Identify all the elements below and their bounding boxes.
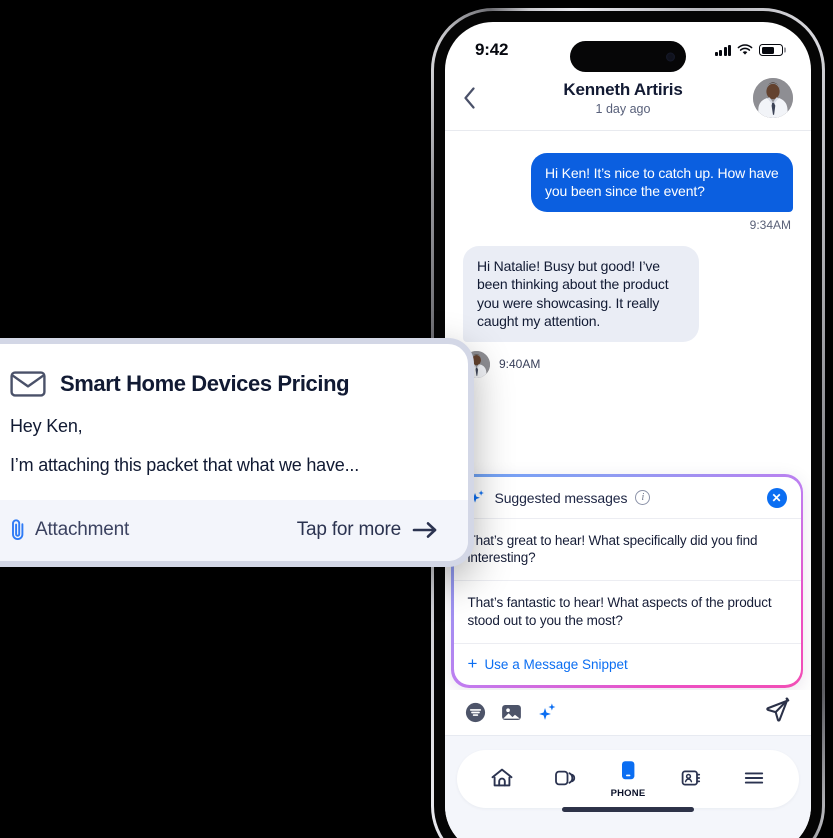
email-preview-text: I’m attaching this packet that what we h… [10, 455, 359, 475]
status-time: 9:42 [475, 40, 509, 59]
bottom-navigation-area: PHONE [445, 736, 811, 838]
tap-for-more-label: Tap for more [296, 519, 401, 540]
incoming-message-meta: 9:40AM [463, 346, 793, 378]
nav-item-home[interactable] [474, 765, 530, 794]
use-message-snippet-button[interactable]: + Use a Message Snippet [454, 644, 801, 685]
plus-icon: + [467, 654, 478, 674]
contact-name: Kenneth Artiris [563, 80, 683, 99]
phone-screen: 9:42 Kenneth Artiris 1 day ago Hi Ken! I… [445, 22, 811, 838]
menu-icon [744, 771, 763, 784]
message-input-toolbar [445, 690, 811, 736]
home-indicator [562, 807, 694, 812]
send-icon[interactable] [765, 697, 791, 728]
suggested-messages-header: Suggested messages i ✕ [453, 477, 801, 519]
attachment-indicator[interactable]: Attachment [10, 517, 129, 543]
message-timestamp: 9:40AM [499, 357, 541, 372]
wifi-icon [737, 44, 753, 55]
message-bubble-incoming[interactable]: Hi Natalie! Busy but good! I’ve been thi… [463, 245, 699, 342]
paperclip-icon [12, 519, 24, 540]
attachment-label: Attachment [35, 519, 130, 540]
conversation-header: Kenneth Artiris 1 day ago [445, 74, 811, 131]
email-subject: Smart Home Devices Pricing [60, 371, 350, 396]
phone-device-frame: 9:42 Kenneth Artiris 1 day ago Hi Ken! I… [431, 8, 825, 838]
email-card-body: Smart Home Devices Pricing Hey Ken, I’m … [0, 344, 468, 500]
message-row: Hi Natalie! Busy but good! I’ve been thi… [463, 245, 793, 342]
email-greeting: Hey Ken, [10, 416, 83, 436]
battery-icon [759, 44, 786, 56]
email-subject-row: Smart Home Devices Pricing [10, 370, 438, 398]
cellular-signal-icon [714, 44, 731, 56]
message-bubble-outgoing[interactable]: Hi Ken! It’s nice to catch up. How have … [531, 153, 793, 212]
arrow-right-icon [412, 522, 437, 538]
phone-icon [621, 761, 635, 780]
info-icon[interactable]: i [635, 490, 651, 505]
suggestion-item[interactable]: That’s fantastic to hear! What aspects o… [453, 581, 801, 645]
envelope-icon [10, 371, 46, 397]
message-list: Hi Ken! It’s nice to catch up. How have … [445, 131, 811, 386]
nav-item-cards[interactable] [537, 765, 593, 794]
suggested-messages-panel: Suggested messages i ✕ That’s great to h… [451, 474, 803, 688]
message-row: Hi Ken! It’s nice to catch up. How have … [463, 153, 793, 212]
email-card-footer: Attachment Tap for more [0, 500, 468, 561]
screenshot-stage: 9:42 Kenneth Artiris 1 day ago Hi Ken! I… [0, 0, 833, 838]
phone-bezel: 9:42 Kenneth Artiris 1 day ago Hi Ken! I… [434, 11, 822, 838]
nav-item-menu[interactable] [726, 765, 782, 794]
home-icon [491, 768, 513, 786]
sparkle-ai-icon[interactable] [536, 701, 559, 724]
dynamic-island [570, 41, 686, 72]
nav-label: PHONE [610, 788, 646, 799]
suggested-messages-title: Suggested messages [494, 489, 628, 506]
front-camera-icon [666, 52, 675, 61]
status-indicators [714, 44, 786, 56]
conversation-title-block: Kenneth Artiris 1 day ago [493, 80, 753, 116]
last-activity: 1 day ago [595, 102, 651, 116]
email-preview-card[interactable]: Smart Home Devices Pricing Hey Ken, I’m … [0, 338, 474, 567]
contact-avatar[interactable] [753, 78, 793, 118]
message-timestamp: 9:34AM [749, 217, 791, 232]
use-message-snippet-label: Use a Message Snippet [484, 656, 628, 672]
tap-for-more-button[interactable]: Tap for more [297, 519, 438, 541]
quick-reply-icon[interactable] [464, 701, 487, 724]
back-chevron-icon[interactable] [463, 87, 493, 109]
nav-item-phone[interactable]: PHONE [600, 759, 656, 799]
contacts-icon [681, 770, 700, 785]
close-icon[interactable]: ✕ [766, 487, 787, 508]
suggestion-item[interactable]: That’s great to hear! What specifically … [453, 519, 801, 582]
bottom-navigation-bar: PHONE [457, 750, 799, 808]
status-bar: 9:42 [445, 22, 811, 74]
suggested-messages-card: Suggested messages i ✕ That’s great to h… [453, 476, 801, 686]
image-icon[interactable] [500, 701, 523, 724]
cards-icon [555, 770, 576, 785]
nav-item-contacts[interactable] [663, 765, 719, 794]
